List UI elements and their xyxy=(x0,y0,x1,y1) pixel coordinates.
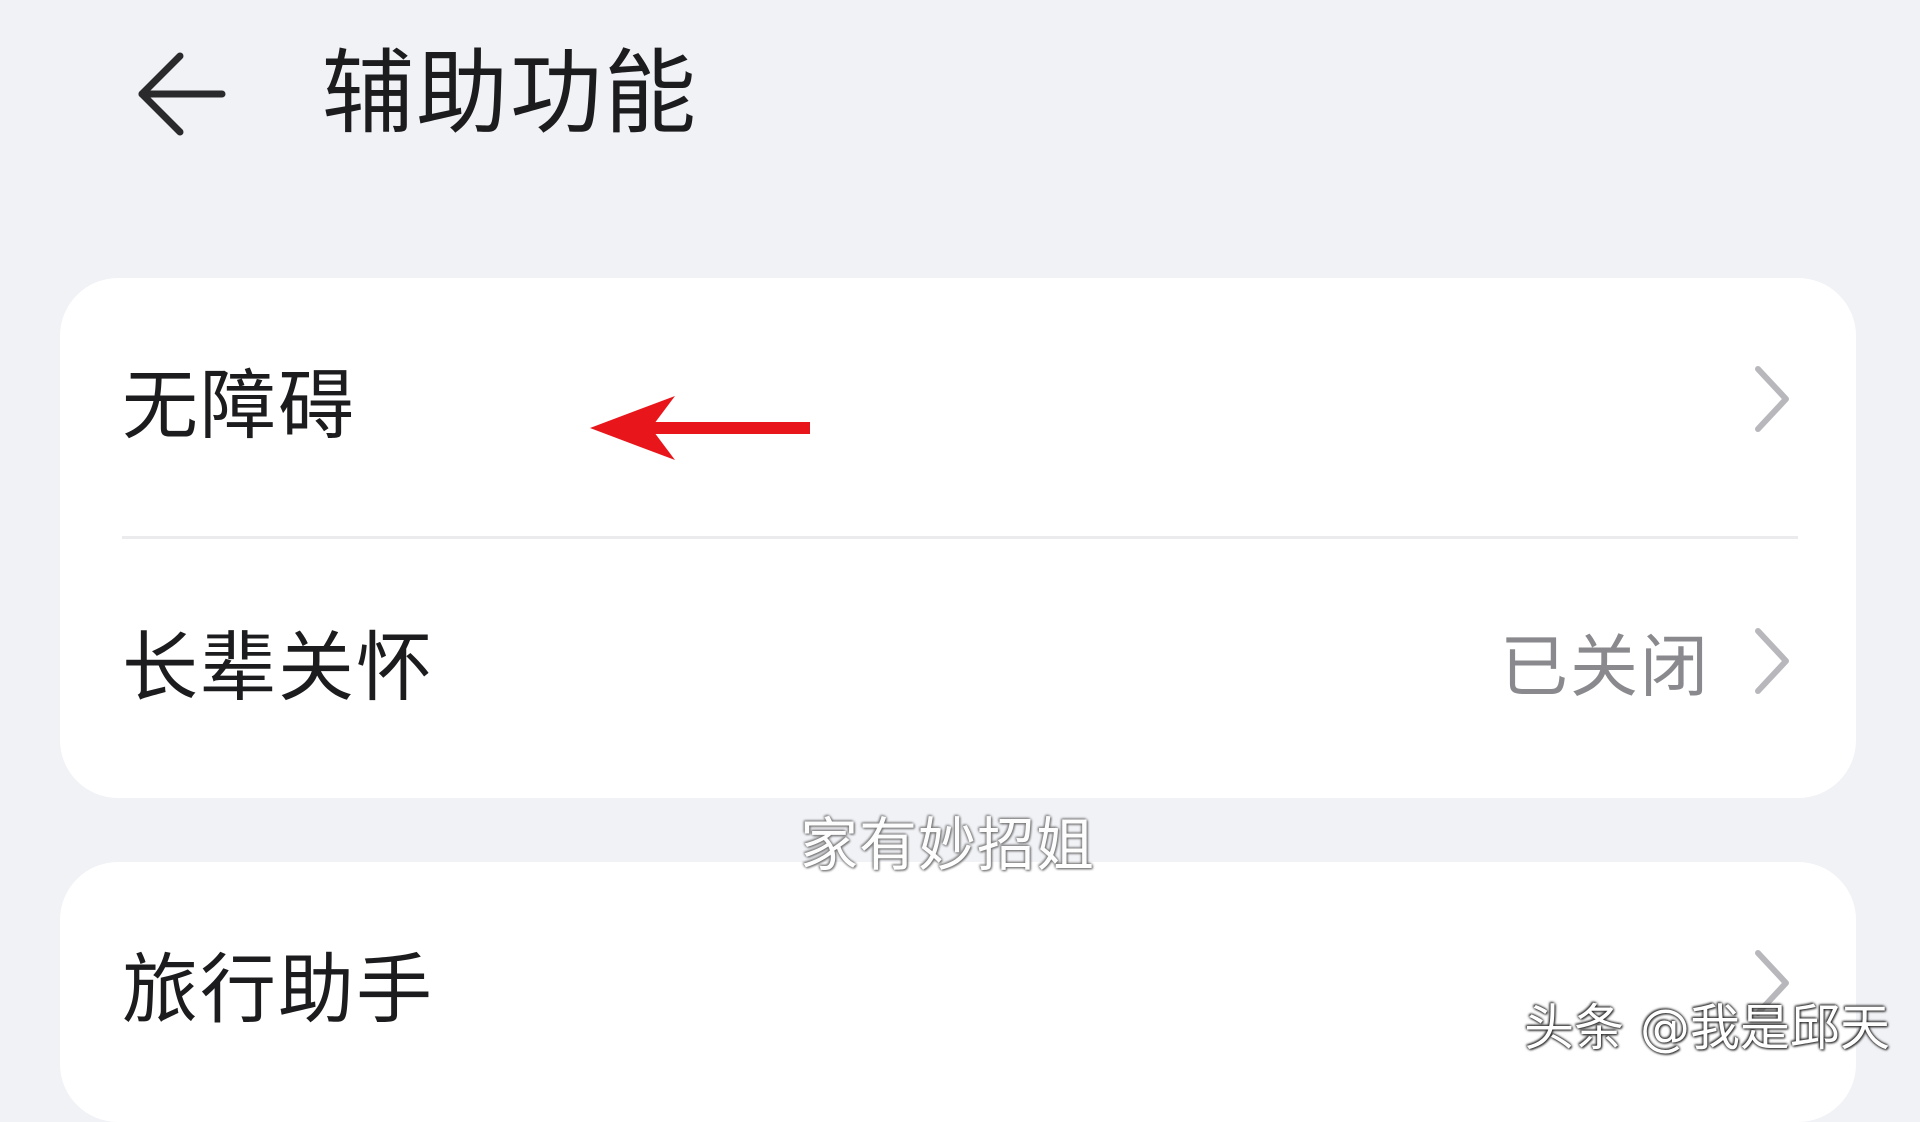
row-divider xyxy=(122,536,1798,539)
back-arrow-icon xyxy=(138,52,226,136)
page-title: 辅助功能 xyxy=(322,40,699,147)
red-pointer-arrow-icon xyxy=(590,396,810,460)
back-button[interactable] xyxy=(115,38,245,150)
settings-row-label: 旅行助手 xyxy=(122,945,434,1034)
video-watermark: 家有妙招姐 xyxy=(800,811,1096,879)
settings-row-label: 长辈关怀 xyxy=(122,623,434,712)
status-value: 已关闭 xyxy=(1499,628,1710,708)
source-watermark: 头条 @我是邱天 xyxy=(1524,999,1890,1057)
settings-row-accessibility[interactable]: 无障碍 xyxy=(60,278,1856,520)
app-header: 辅助功能 xyxy=(0,0,1920,200)
chevron-right-icon xyxy=(1755,366,1789,432)
settings-row-elder-care[interactable]: 长辈关怀 已关闭 xyxy=(60,540,1856,782)
settings-row-label: 无障碍 xyxy=(122,361,356,450)
settings-card-primary: 无障碍 长辈关怀 已关闭 xyxy=(60,278,1856,798)
chevron-right-icon xyxy=(1755,628,1789,694)
settings-row-travel-assistant[interactable]: 旅行助手 xyxy=(60,862,1856,1104)
